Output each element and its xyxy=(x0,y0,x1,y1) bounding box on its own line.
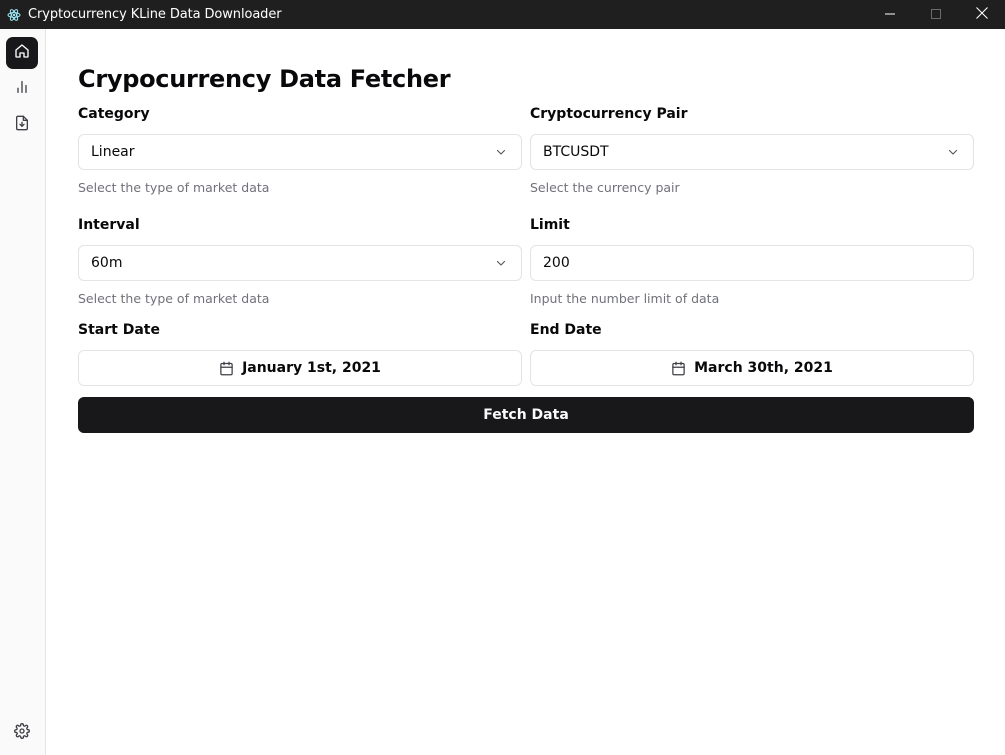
close-icon xyxy=(976,6,988,24)
end-date-field: End Date March 30th, 2021 xyxy=(530,320,974,386)
sidebar-item-downloads[interactable] xyxy=(6,109,38,141)
start-date-picker[interactable]: January 1st, 2021 xyxy=(78,350,522,386)
category-helper: Select the type of market data xyxy=(78,180,270,195)
settings-icon xyxy=(14,722,30,744)
window-title: Cryptocurrency KLine Data Downloader xyxy=(28,7,282,22)
sidebar-item-home[interactable] xyxy=(6,37,38,69)
fetch-data-button[interactable]: Fetch Data xyxy=(78,397,974,433)
minimize-button[interactable] xyxy=(867,0,913,29)
electron-icon xyxy=(7,8,21,22)
interval-helper: Select the type of market data xyxy=(78,291,270,306)
limit-label: Limit xyxy=(530,217,570,233)
calendar-icon xyxy=(219,361,234,376)
calendar-icon xyxy=(671,361,686,376)
main-content: Crypocurrency Data Fetcher Category Line… xyxy=(46,29,1005,755)
pair-field: Cryptocurrency Pair BTCUSDT Select the c… xyxy=(530,104,974,197)
interval-select[interactable]: 60m xyxy=(78,245,522,281)
interval-label: Interval xyxy=(78,217,140,233)
maximize-button[interactable] xyxy=(913,0,959,29)
file-download-icon xyxy=(14,115,30,136)
limit-input[interactable]: 200 xyxy=(530,245,974,281)
bar-chart-icon xyxy=(14,79,30,100)
end-date-picker[interactable]: March 30th, 2021 xyxy=(530,350,974,386)
pair-helper: Select the currency pair xyxy=(530,180,680,195)
interval-field: Interval 60m Select the type of market d… xyxy=(78,215,522,308)
page-title: Crypocurrency Data Fetcher xyxy=(78,65,451,93)
pair-value: BTCUSDT xyxy=(543,144,609,160)
limit-helper: Input the number limit of data xyxy=(530,291,720,306)
category-label: Category xyxy=(78,106,150,122)
sidebar-item-charts[interactable] xyxy=(6,73,38,105)
end-date-value: March 30th, 2021 xyxy=(694,360,833,376)
start-date-label: Start Date xyxy=(78,322,160,338)
sidebar xyxy=(0,29,46,755)
start-date-value: January 1st, 2021 xyxy=(242,360,381,376)
chevron-down-icon xyxy=(947,146,959,162)
limit-value: 200 xyxy=(543,255,570,271)
close-button[interactable] xyxy=(959,0,1005,29)
maximize-icon xyxy=(931,6,941,24)
home-icon xyxy=(14,43,30,64)
pair-label: Cryptocurrency Pair xyxy=(530,106,688,122)
limit-field: Limit 200 Input the number limit of data xyxy=(530,215,974,308)
category-field: Category Linear Select the type of marke… xyxy=(78,104,522,197)
minimize-icon xyxy=(885,6,895,24)
end-date-label: End Date xyxy=(530,322,602,338)
start-date-field: Start Date January 1st, 2021 xyxy=(78,320,522,386)
category-value: Linear xyxy=(91,144,135,160)
interval-value: 60m xyxy=(91,255,123,271)
sidebar-item-settings[interactable] xyxy=(6,717,38,749)
pair-select[interactable]: BTCUSDT xyxy=(530,134,974,170)
window-controls xyxy=(867,0,1005,29)
window-titlebar: Cryptocurrency KLine Data Downloader xyxy=(0,0,1005,29)
chevron-down-icon xyxy=(495,146,507,162)
category-select[interactable]: Linear xyxy=(78,134,522,170)
chevron-down-icon xyxy=(495,257,507,273)
